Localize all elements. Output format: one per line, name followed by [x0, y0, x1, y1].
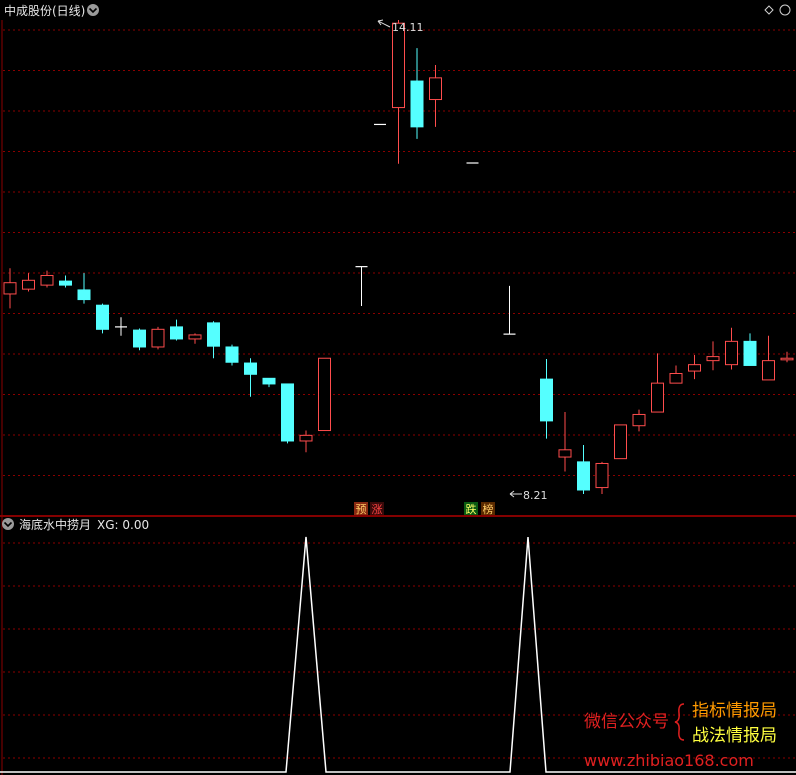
candle — [133, 328, 146, 351]
panel-menu-icon[interactable] — [87, 4, 99, 16]
candle-body — [151, 328, 165, 348]
candle-body — [725, 340, 738, 366]
candle-body — [688, 364, 701, 372]
candle-body — [743, 340, 757, 366]
indicator-panel: 海底水中捞月 XG: 0.00 — [0, 517, 796, 775]
badge-bang: 榜 — [481, 502, 495, 516]
indicator-menu-icon[interactable] — [2, 518, 14, 530]
candle — [318, 357, 331, 432]
indicator-title: 海底水中捞月 — [19, 517, 91, 532]
candle-body — [632, 413, 646, 427]
watermark-line1: 指标情报局 — [692, 701, 777, 721]
badge-zhang-text: 涨 — [372, 503, 383, 516]
candle-body — [762, 360, 775, 381]
candle-body — [59, 280, 72, 286]
candle — [281, 383, 294, 444]
candle-body — [558, 449, 572, 458]
watermark: 微信公众号 指标情报局 战法情报局 www.zhibiao168.com — [584, 701, 777, 770]
price-panel-title: 中成股份(日线) — [4, 3, 85, 18]
candle-body — [318, 357, 331, 432]
badge-die-text: 跌 — [466, 502, 477, 516]
candle-body — [614, 424, 627, 460]
candle-body — [40, 274, 54, 286]
candle-body — [225, 346, 239, 363]
candle-body — [77, 289, 91, 301]
low-price-label: 8.21 — [523, 489, 548, 502]
candle-body — [3, 282, 17, 295]
candle-body — [299, 434, 313, 442]
badge-bang-text: 榜 — [483, 502, 494, 516]
candle-body — [429, 77, 442, 101]
chart-canvas: 中成股份(日线) 14.11 8.21 预 涨 跌 榜 海底水中捞月 XG: 0… — [0, 0, 796, 775]
candle-body — [188, 334, 202, 340]
candle-body — [281, 383, 294, 442]
candle-body — [22, 279, 35, 290]
candle-body — [577, 461, 590, 491]
badge-yu-text: 预 — [356, 503, 367, 516]
candle-body — [133, 329, 146, 348]
watermark-wechat-label: 微信公众号 — [584, 712, 669, 732]
badge-zhang: 涨 — [370, 502, 384, 516]
candle — [96, 303, 109, 334]
candle-body — [244, 362, 257, 375]
candle-body — [207, 322, 220, 347]
badge-yu: 预 — [354, 502, 368, 516]
candle-body — [262, 377, 276, 385]
candle-body — [780, 357, 794, 361]
indicator-gridlines — [3, 542, 796, 759]
price-panel: 中成股份(日线) 14.11 8.21 预 涨 跌 榜 — [0, 0, 796, 516]
watermark-url: www.zhibiao168.com — [584, 751, 754, 770]
high-price-label: 14.11 — [392, 21, 424, 34]
brace-icon — [674, 703, 685, 741]
candle-body — [410, 80, 424, 128]
candle-body — [170, 326, 183, 340]
candle-body — [96, 304, 109, 330]
candle-body — [392, 22, 405, 109]
xg-signal-line — [0, 536, 796, 773]
candle-body — [669, 372, 683, 384]
candle-body — [651, 382, 664, 413]
candle-body — [540, 378, 553, 422]
watermark-line2: 战法情报局 — [692, 726, 777, 746]
candle-body — [706, 356, 720, 362]
candle — [151, 326, 165, 350]
xg-value-label: XG: 0.00 — [97, 518, 149, 532]
candle-body — [595, 462, 609, 489]
candle — [225, 344, 239, 366]
candle — [614, 424, 627, 460]
badge-die: 跌 — [464, 502, 478, 516]
